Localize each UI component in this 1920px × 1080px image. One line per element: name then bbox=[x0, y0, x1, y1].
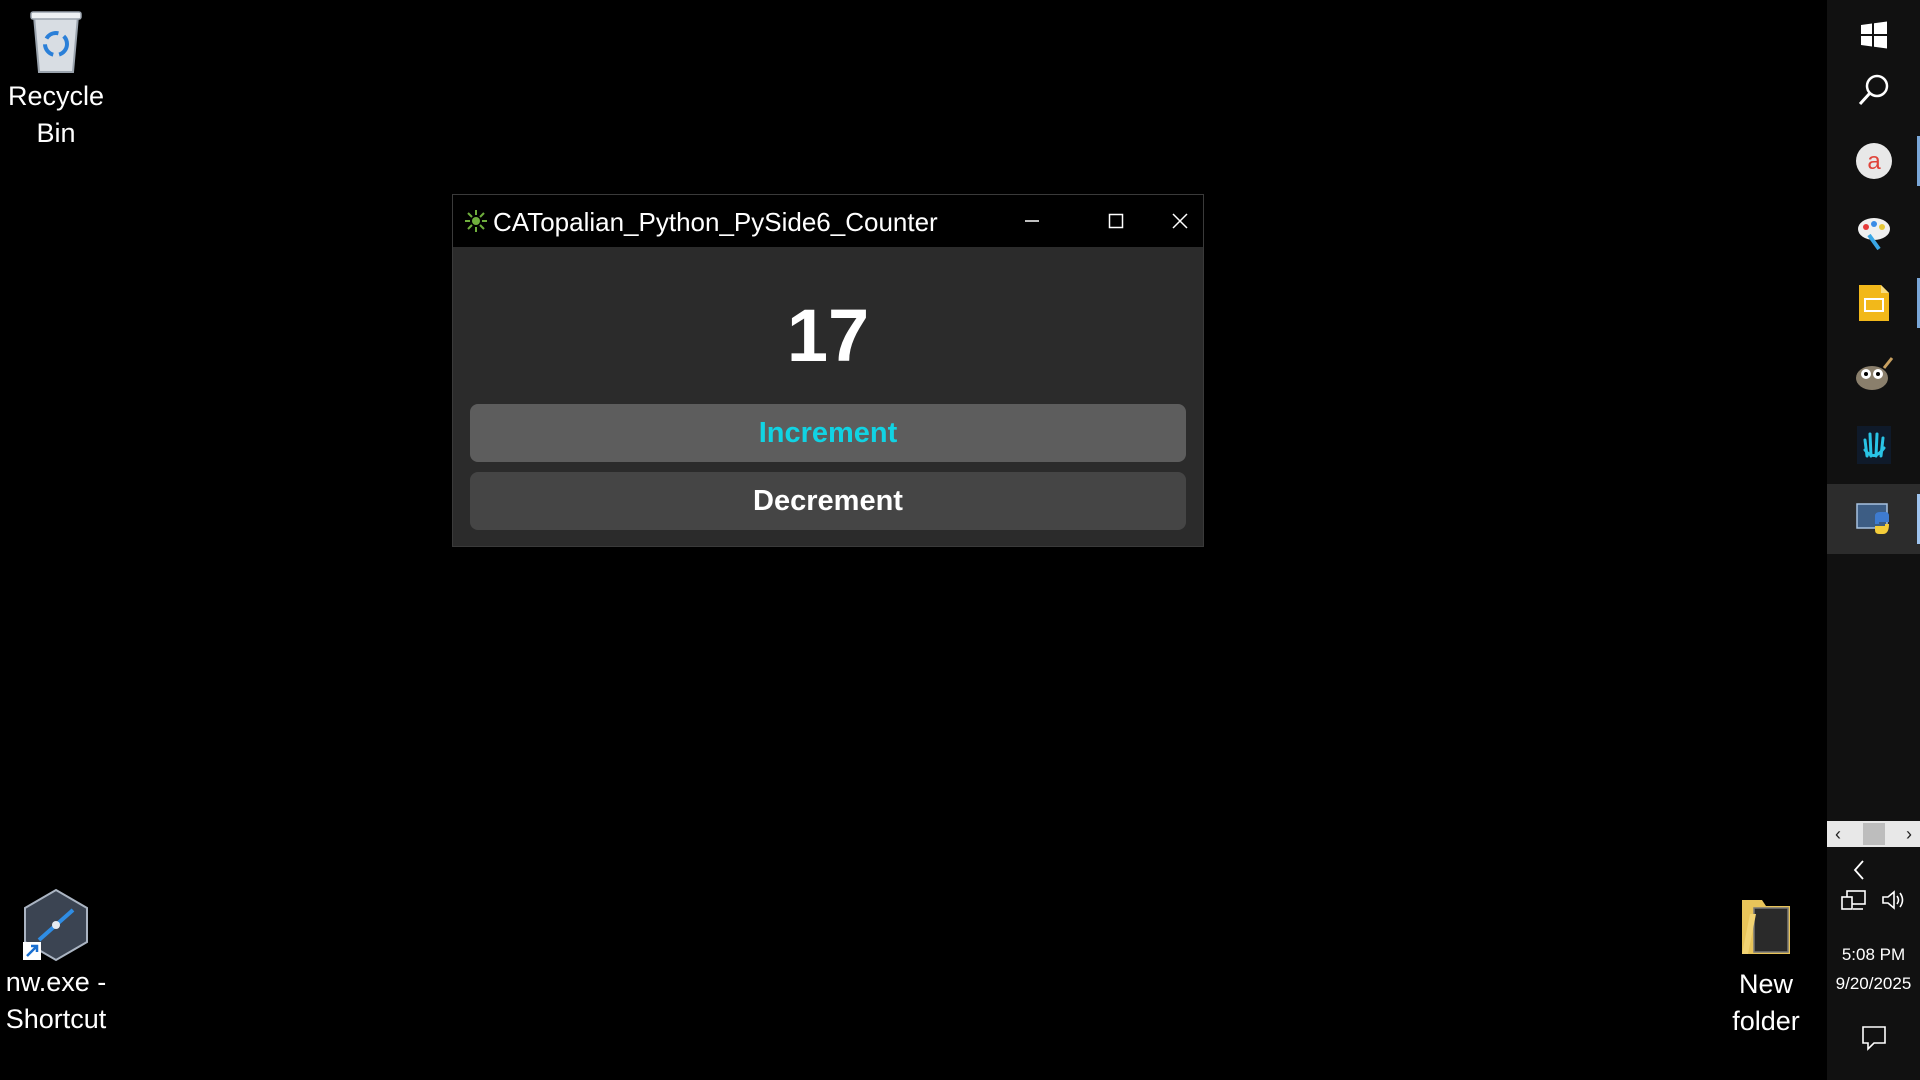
volume-icon[interactable] bbox=[1881, 888, 1907, 912]
chevron-right-icon[interactable]: › bbox=[1906, 824, 1920, 845]
chevron-left-icon bbox=[1853, 860, 1864, 880]
taskbar-slides[interactable] bbox=[1827, 268, 1920, 338]
desktop-icon-label: Recycle Bin bbox=[7, 81, 105, 148]
desktop-icon-new-folder[interactable]: New folder bbox=[1706, 894, 1826, 1040]
taskbar-paint[interactable] bbox=[1827, 197, 1920, 267]
clock[interactable]: 5:08 PM 9/20/2025 bbox=[1827, 940, 1920, 998]
svg-text:a: a bbox=[1867, 148, 1881, 175]
taskbar-hand-app[interactable] bbox=[1827, 410, 1920, 480]
search-button[interactable] bbox=[1827, 55, 1920, 125]
system-tray bbox=[1827, 888, 1920, 924]
python-icon bbox=[1855, 503, 1889, 534]
chevron-left-icon[interactable]: ‹ bbox=[1827, 824, 1841, 845]
action-center-button[interactable] bbox=[1827, 1018, 1920, 1058]
slides-icon bbox=[1858, 285, 1889, 321]
maximize-button[interactable] bbox=[1074, 195, 1158, 247]
taskbar-app-a[interactable]: a bbox=[1827, 126, 1920, 196]
hand-icon bbox=[1856, 426, 1891, 464]
close-button[interactable] bbox=[1157, 195, 1203, 247]
counter-value: 17 bbox=[786, 294, 870, 377]
app-a-icon: a bbox=[1855, 143, 1892, 179]
taskbar-scrollbar[interactable]: ‹ › bbox=[1827, 821, 1920, 847]
clock-time: 5:08 PM bbox=[1841, 945, 1906, 964]
increment-button[interactable]: Increment bbox=[470, 404, 1186, 462]
recycle-bin-icon bbox=[30, 11, 82, 73]
network-icon[interactable] bbox=[1840, 888, 1867, 912]
taskbar-gimp[interactable] bbox=[1827, 339, 1920, 409]
folder-icon bbox=[1742, 900, 1790, 954]
notification-icon bbox=[1861, 1026, 1886, 1051]
taskbar-python-app[interactable] bbox=[1827, 484, 1920, 554]
minimize-icon bbox=[1025, 220, 1039, 222]
scrollbar-thumb[interactable] bbox=[1862, 823, 1885, 845]
paint-icon bbox=[1857, 218, 1890, 251]
window-title: CATopalian_Python_PySide6_Counter bbox=[493, 207, 938, 237]
taskbar: a ‹ › 5:08 PM 9/20/2025 bbox=[1827, 0, 1920, 1080]
windows-start-icon bbox=[1860, 21, 1887, 49]
title-bar[interactable]: CATopalian_Python_PySide6_Counter bbox=[453, 195, 1203, 247]
desktop-icon-nw-shortcut[interactable]: nw.exe - Shortcut bbox=[0, 888, 116, 1038]
desktop-icon-label: New folder bbox=[1732, 969, 1800, 1036]
app-window: CATopalian_Python_PySide6_Counter 17 Inc… bbox=[452, 194, 1204, 547]
desktop-icon-label: nw.exe - Shortcut bbox=[5, 967, 107, 1034]
maximize-icon bbox=[1108, 213, 1124, 229]
decrement-button[interactable]: Decrement bbox=[470, 472, 1186, 530]
show-hidden-icons-button[interactable] bbox=[1827, 852, 1920, 888]
nwjs-icon bbox=[23, 888, 88, 962]
app-icon bbox=[465, 210, 487, 232]
desktop-icon-recycle-bin[interactable]: Recycle Bin bbox=[0, 8, 116, 152]
close-icon bbox=[1172, 213, 1188, 229]
gimp-icon bbox=[1855, 357, 1893, 390]
minimize-button[interactable] bbox=[990, 195, 1074, 247]
search-icon bbox=[1858, 74, 1888, 106]
clock-date: 9/20/2025 bbox=[1835, 974, 1912, 993]
